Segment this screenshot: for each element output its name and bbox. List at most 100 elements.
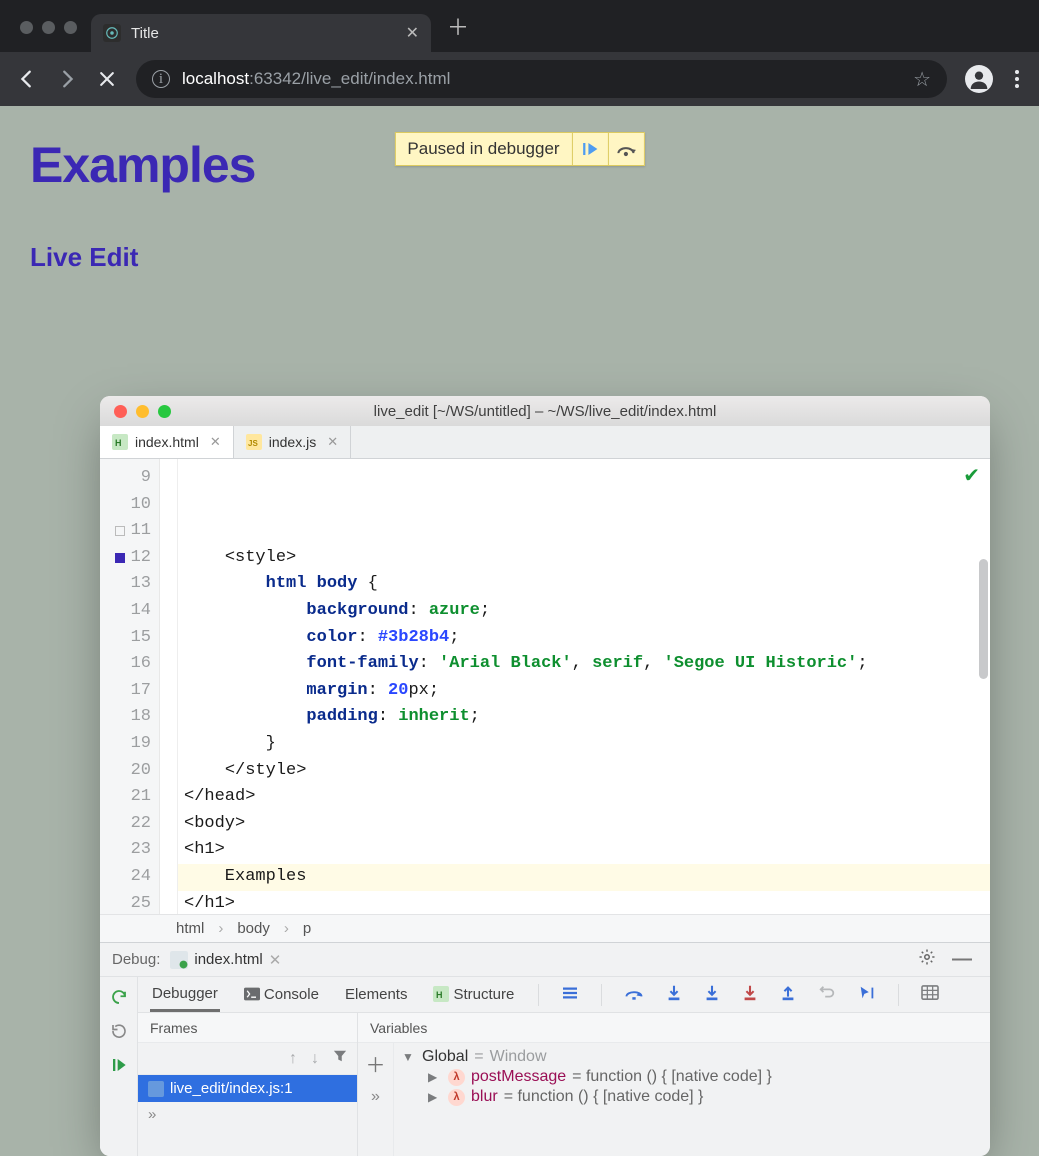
debug-columns: Frames ↑ ↓ live_edit/index.js:1	[138, 1013, 990, 1156]
var-node-global[interactable]: ▼ Global = Window	[402, 1047, 982, 1067]
tab-debugger[interactable]: Debugger	[150, 978, 220, 1012]
tab-title: Title	[131, 25, 159, 42]
url-text: localhost:63342/live_edit/index.html	[182, 69, 450, 89]
run-to-cursor-icon[interactable]	[858, 984, 876, 1006]
debug-main: Debugger Console Elements HStructure	[138, 977, 990, 1156]
js-file-icon: JS	[246, 434, 262, 450]
debug-tabstrip: Debugger Console Elements HStructure	[138, 977, 990, 1013]
ide-minimize-icon[interactable]	[136, 405, 149, 418]
run-config-icon	[170, 951, 188, 969]
var-value: = function () { [native code] }	[504, 1088, 704, 1106]
frame-down-icon[interactable]: ↓	[311, 1050, 319, 1068]
browser-tab[interactable]: Title ✕	[91, 14, 431, 52]
svg-text:H: H	[436, 990, 443, 1000]
force-step-into-icon[interactable]	[704, 984, 720, 1006]
evaluate-icon[interactable]	[921, 985, 939, 1005]
url-path: /live_edit/index.html	[301, 69, 450, 88]
browser-window: Title ✕ ＋ i localhost:63342/live_edit/in…	[0, 0, 1039, 1080]
ide-window: live_edit [~/WS/untitled] – ~/WS/live_ed…	[100, 396, 990, 1156]
ide-zoom-icon[interactable]	[158, 405, 171, 418]
forward-button[interactable]	[56, 68, 78, 90]
bookmark-icon[interactable]: ☆	[913, 67, 931, 92]
tab-structure[interactable]: HStructure	[431, 979, 516, 1010]
tab-console[interactable]: Console	[242, 979, 321, 1010]
smart-step-into-icon[interactable]	[742, 984, 758, 1006]
frames-header: Frames	[138, 1013, 357, 1043]
debug-minimize-icon[interactable]: —	[946, 948, 978, 971]
step-out-icon[interactable]	[780, 984, 796, 1006]
zoom-dot-icon[interactable]	[64, 21, 77, 34]
breadcrumb-item[interactable]: html	[176, 920, 204, 937]
svg-text:H: H	[115, 438, 122, 448]
threads-icon[interactable]	[561, 986, 579, 1004]
expand-icon[interactable]: ▼	[402, 1050, 416, 1064]
code-editor[interactable]: 910 11 1213141516171819202122232425 <sty…	[100, 459, 990, 914]
tab-close-icon[interactable]: ✕	[327, 434, 338, 450]
expand-icon[interactable]: ▶	[428, 1090, 442, 1104]
frame-file-icon	[148, 1081, 164, 1097]
browser-tabbar: Title ✕ ＋	[0, 0, 1039, 52]
ide-window-controls[interactable]	[100, 405, 171, 418]
url-host: localhost	[182, 69, 249, 88]
resume-icon[interactable]	[109, 1055, 129, 1075]
debug-settings-icon[interactable]	[918, 948, 936, 971]
ide-close-icon[interactable]	[114, 405, 127, 418]
lambda-icon: λ	[448, 1069, 465, 1086]
breadcrumb-item[interactable]: p	[303, 920, 311, 937]
debug-config-close-icon[interactable]: ✕	[269, 951, 282, 969]
code-area[interactable]: <style> html body { background: azure; c…	[178, 459, 990, 914]
minimize-dot-icon[interactable]	[42, 21, 55, 34]
vars-more-icon[interactable]: »	[371, 1088, 380, 1106]
debug-config[interactable]: index.html ✕	[170, 951, 281, 969]
debug-config-name: index.html	[194, 951, 262, 968]
var-name: Global	[422, 1048, 468, 1066]
step-into-icon[interactable]	[666, 984, 682, 1006]
variables-tree[interactable]: ▼ Global = Window ▶ λ postMessage = func…	[394, 1043, 990, 1156]
variables-toolbar: ＋ »	[358, 1043, 394, 1156]
back-button[interactable]	[16, 68, 38, 90]
expand-icon[interactable]: ▶	[428, 1070, 442, 1084]
new-tab-button[interactable]: ＋	[431, 10, 485, 52]
frames-list[interactable]: live_edit/index.js:1 »	[138, 1075, 357, 1156]
var-name: blur	[471, 1088, 498, 1106]
svg-text:JS: JS	[248, 439, 258, 448]
var-node[interactable]: ▶ λ postMessage = function () { [native …	[402, 1067, 982, 1087]
frame-filter-icon[interactable]	[333, 1049, 347, 1068]
profile-avatar[interactable]	[965, 65, 993, 93]
debug-label: Debug:	[112, 951, 160, 968]
ide-titlebar[interactable]: live_edit [~/WS/untitled] – ~/WS/live_ed…	[100, 396, 990, 426]
resume-button[interactable]	[572, 133, 608, 165]
browser-menu-icon[interactable]	[1011, 70, 1023, 88]
drop-frame-icon[interactable]	[818, 984, 836, 1006]
line-gutter[interactable]: 910 11 1213141516171819202122232425	[100, 459, 160, 914]
window-controls[interactable]	[12, 21, 91, 52]
rerun-icon[interactable]	[109, 987, 129, 1007]
site-info-icon[interactable]: i	[152, 70, 170, 88]
breadcrumb-item[interactable]: body	[237, 920, 270, 937]
var-value: Window	[490, 1048, 547, 1066]
frame-row[interactable]: live_edit/index.js:1	[138, 1075, 357, 1102]
frames-more[interactable]: »	[138, 1102, 357, 1127]
fold-gutter[interactable]	[160, 459, 178, 914]
var-node[interactable]: ▶ λ blur = function () { [native code] }	[402, 1087, 982, 1107]
add-watch-icon[interactable]: ＋	[366, 1049, 386, 1078]
step-over-button[interactable]	[608, 133, 644, 165]
address-bar[interactable]: i localhost:63342/live_edit/index.html ☆	[136, 60, 947, 98]
tab-close-icon[interactable]: ✕	[210, 434, 221, 450]
restart-icon[interactable]	[109, 1021, 129, 1041]
editor-tab-index-js[interactable]: JS index.js ✕	[234, 426, 351, 458]
debug-sidebar	[100, 977, 138, 1156]
close-dot-icon[interactable]	[20, 21, 33, 34]
ide-title-text: live_edit [~/WS/untitled] – ~/WS/live_ed…	[100, 403, 990, 420]
url-port: :63342	[249, 69, 301, 88]
editor-breadcrumb[interactable]: html › body › p	[100, 914, 990, 942]
reload-button[interactable]	[96, 68, 118, 90]
inspection-ok-icon[interactable]: ✔	[963, 465, 980, 492]
browser-toolbar: i localhost:63342/live_edit/index.html ☆	[0, 52, 1039, 106]
paused-in-debugger-chip: Paused in debugger	[394, 132, 644, 166]
step-over-icon[interactable]	[624, 985, 644, 1005]
editor-tab-index-html[interactable]: H index.html ✕	[100, 426, 234, 458]
tab-close-icon[interactable]: ✕	[406, 23, 419, 43]
tab-elements[interactable]: Elements	[343, 979, 410, 1010]
frame-up-icon[interactable]: ↑	[289, 1050, 297, 1068]
